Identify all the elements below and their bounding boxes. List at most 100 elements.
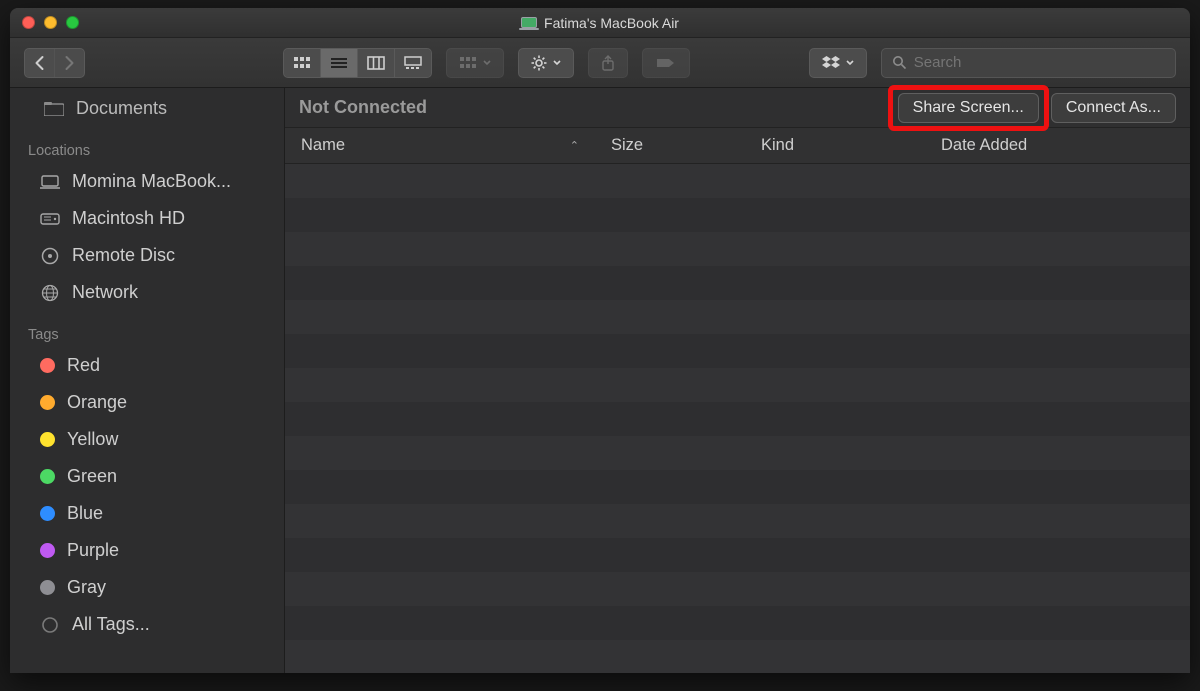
sidebar-item-label: Network [72, 282, 138, 303]
sidebar-item-macintosh-hd[interactable]: Macintosh HD [10, 200, 284, 237]
empty-row [285, 436, 1190, 470]
sidebar-item-label: Documents [76, 98, 167, 119]
empty-row [285, 538, 1190, 572]
sidebar-tag-green[interactable]: Green [10, 458, 284, 495]
empty-row [285, 164, 1190, 198]
folder-icon [44, 101, 64, 117]
column-label: Kind [761, 136, 794, 155]
main-panel: Not Connected Share Screen... Connect As… [285, 88, 1190, 673]
all-tags-icon [40, 617, 60, 633]
annotation-highlight: Share Screen... [898, 93, 1039, 123]
empty-row [285, 470, 1190, 504]
dropbox-icon [822, 56, 840, 70]
sidebar-tag-yellow[interactable]: Yellow [10, 421, 284, 458]
empty-row [285, 368, 1190, 402]
sidebar-item-remote-disc[interactable]: Remote Disc [10, 237, 284, 274]
column-label: Size [611, 136, 643, 155]
empty-row [285, 232, 1190, 266]
sidebar-item-label: Blue [67, 503, 103, 524]
sidebar-item-label: Green [67, 466, 117, 487]
sidebar-tag-orange[interactable]: Orange [10, 384, 284, 421]
nav-buttons [24, 48, 85, 78]
list-view-button[interactable] [320, 49, 357, 77]
sidebar-item-label: All Tags... [72, 614, 150, 635]
search-icon [892, 55, 906, 70]
sidebar-item-label: Purple [67, 540, 119, 561]
column-label: Name [301, 136, 345, 155]
sidebar-item-label: Yellow [67, 429, 118, 450]
empty-row [285, 266, 1190, 300]
sidebar-item-label: Momina MacBook... [72, 171, 231, 192]
toolbar [10, 38, 1190, 88]
view-mode-segment [283, 48, 432, 78]
hdd-icon [40, 211, 60, 227]
empty-row [285, 334, 1190, 368]
chevron-down-icon [483, 60, 491, 66]
tag-dot-icon [40, 432, 55, 447]
forward-button[interactable] [54, 49, 84, 77]
column-header-size[interactable]: Size [595, 136, 745, 155]
tag-dot-icon [40, 580, 55, 595]
status-bar: Not Connected Share Screen... Connect As… [285, 88, 1190, 128]
sidebar-item-documents[interactable]: Documents [10, 90, 284, 127]
sidebar: Documents Locations Momina MacBook... Ma… [10, 88, 285, 673]
search-field[interactable] [881, 48, 1176, 78]
share-button[interactable] [588, 48, 628, 78]
window-title-text: Fatima's MacBook Air [544, 15, 679, 31]
empty-row [285, 504, 1190, 538]
empty-row [285, 402, 1190, 436]
group-by-button[interactable] [446, 48, 504, 78]
sidebar-item-momina-macbook[interactable]: Momina MacBook... [10, 163, 284, 200]
tag-dot-icon [40, 469, 55, 484]
icon-view-button[interactable] [284, 49, 320, 77]
sidebar-item-label: Gray [67, 577, 106, 598]
sidebar-tag-blue[interactable]: Blue [10, 495, 284, 532]
connect-as-button[interactable]: Connect As... [1051, 93, 1176, 123]
column-header-name[interactable]: Name ⌃ [285, 136, 595, 155]
globe-icon [40, 285, 60, 301]
connection-status: Not Connected [299, 97, 427, 118]
dropbox-button[interactable] [809, 48, 867, 78]
column-header-row: Name ⌃ Size Kind Date Added [285, 128, 1190, 164]
finder-window: Fatima's MacBook Air [10, 8, 1190, 673]
share-screen-button[interactable]: Share Screen... [898, 93, 1039, 123]
sidebar-item-label: Red [67, 355, 100, 376]
chevron-down-icon [553, 60, 561, 66]
sidebar-tag-gray[interactable]: Gray [10, 569, 284, 606]
column-header-kind[interactable]: Kind [745, 136, 925, 155]
column-header-date-added[interactable]: Date Added [925, 136, 1190, 155]
sidebar-tag-red[interactable]: Red [10, 347, 284, 384]
titlebar: Fatima's MacBook Air [10, 8, 1190, 38]
column-view-button[interactable] [357, 49, 394, 77]
sidebar-item-label: Remote Disc [72, 245, 175, 266]
close-window-button[interactable] [22, 16, 35, 29]
sort-ascending-icon: ⌃ [570, 139, 579, 152]
window-controls [22, 16, 79, 29]
empty-row [285, 606, 1190, 640]
sidebar-item-label: Macintosh HD [72, 208, 185, 229]
gear-icon [531, 55, 547, 71]
sidebar-item-label: Orange [67, 392, 127, 413]
tag-dot-icon [40, 358, 55, 373]
sidebar-section-locations: Locations [10, 127, 284, 163]
window-title: Fatima's MacBook Air [10, 15, 1190, 31]
back-button[interactable] [25, 49, 54, 77]
tag-dot-icon [40, 506, 55, 521]
chevron-down-icon [846, 60, 854, 66]
sidebar-item-network[interactable]: Network [10, 274, 284, 311]
tag-dot-icon [40, 395, 55, 410]
gallery-view-button[interactable] [394, 49, 431, 77]
sidebar-tag-purple[interactable]: Purple [10, 532, 284, 569]
maximize-window-button[interactable] [66, 16, 79, 29]
tags-button[interactable] [642, 48, 690, 78]
file-list [285, 164, 1190, 673]
empty-row [285, 572, 1190, 606]
sidebar-all-tags[interactable]: All Tags... [10, 606, 284, 643]
minimize-window-button[interactable] [44, 16, 57, 29]
empty-row [285, 640, 1190, 673]
action-menu-button[interactable] [518, 48, 574, 78]
laptop-icon [521, 17, 537, 28]
tag-icon [655, 56, 677, 70]
search-input[interactable] [914, 54, 1165, 71]
laptop-icon [40, 174, 60, 190]
